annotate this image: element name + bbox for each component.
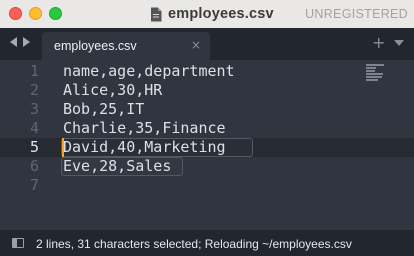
status-bar: 2 lines, 31 characters selected; Reloadi… [0,230,414,256]
close-window-button[interactable] [9,7,22,20]
line-number: 3 [29,100,39,118]
editor-line[interactable]: 2 Alice,30,HR [0,81,414,100]
line-number: 7 [29,176,39,194]
minimap[interactable] [366,64,384,82]
sidebar-toggle-icon[interactable] [12,238,24,248]
maximize-window-button[interactable] [49,7,62,20]
document-icon [151,7,162,21]
editor-window: employees.csv UNREGISTERED employees.csv… [0,0,414,256]
chevron-left-icon[interactable] [10,37,17,47]
editor-line[interactable]: 3 Bob,25,IT [0,100,414,119]
tab-bar: employees.csv × + [0,28,414,60]
plus-icon[interactable]: + [372,33,385,52]
editor-line[interactable]: 1 name,age,department [0,62,414,81]
chevron-right-icon[interactable] [23,37,30,47]
title-bar: employees.csv UNREGISTERED [0,0,414,28]
line-text[interactable]: David,40,Marketing [63,138,226,157]
window-title: employees.csv [168,6,274,22]
line-number: 1 [29,62,39,80]
line-text[interactable]: Alice,30,HR [63,81,162,100]
tab-employees-csv[interactable]: employees.csv × [42,32,210,60]
line-text[interactable]: Eve,28,Sales [63,157,171,176]
line-text[interactable]: name,age,department [63,62,235,81]
close-icon[interactable]: × [191,38,201,52]
code-editor[interactable]: 1 name,age,department 2 Alice,30,HR 3 Bo… [0,60,414,230]
license-status: UNREGISTERED [305,7,408,21]
editor-line[interactable]: 7 [0,176,414,195]
editor-line[interactable]: 4 Charlie,35,Finance [0,119,414,138]
status-message: 2 lines, 31 characters selected; Reloadi… [36,237,352,251]
line-text[interactable]: Bob,25,IT [63,100,144,119]
tab-label: employees.csv [54,39,137,53]
editor-line-active[interactable]: 5 David,40,Marketing [0,138,414,157]
line-number: 2 [29,81,39,99]
minimize-window-button[interactable] [29,7,42,20]
window-title-group: employees.csv [150,4,274,24]
line-number: 6 [29,157,39,175]
chevron-down-icon[interactable] [394,40,404,46]
tab-navigation [10,37,30,47]
line-text[interactable]: Charlie,35,Finance [63,119,226,138]
line-number: 5 [29,138,39,156]
editor-line[interactable]: 6 Eve,28,Sales [0,157,414,176]
line-number: 4 [29,119,39,137]
